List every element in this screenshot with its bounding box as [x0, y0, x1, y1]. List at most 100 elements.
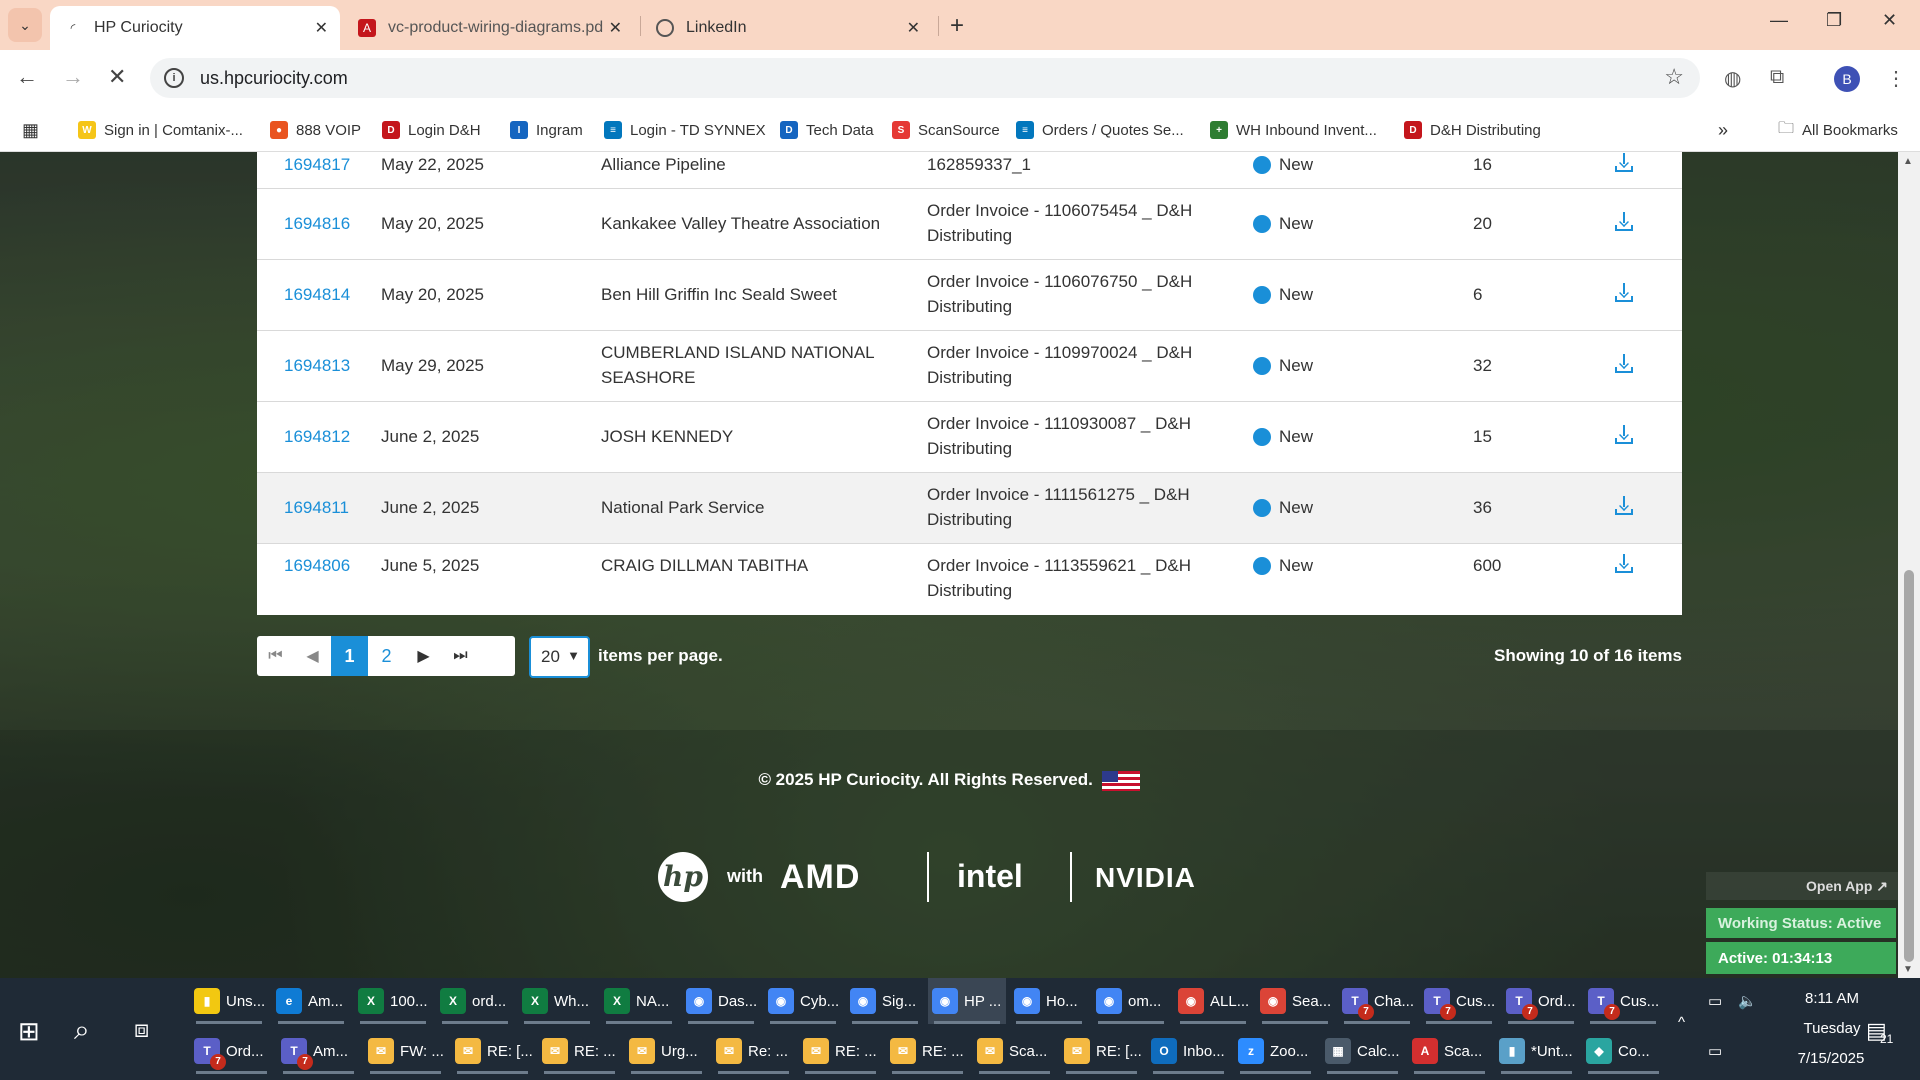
battery-icon[interactable]: ▭	[1708, 992, 1722, 1010]
taskbar-button[interactable]: T 7 Cus...	[1584, 978, 1662, 1024]
close-icon[interactable]: ✕	[609, 18, 622, 38]
taskbar-button[interactable]: ✉ RE: [...	[451, 1028, 534, 1074]
all-bookmarks[interactable]: 🗀 All Bookmarks	[1778, 116, 1898, 144]
site-info-icon[interactable]: i	[164, 68, 184, 88]
scroll-down-icon[interactable]: ▼	[1903, 964, 1913, 975]
taskbar-button[interactable]: ▮ Uns...	[190, 978, 268, 1024]
taskbar-button[interactable]: T 7 Ord...	[190, 1028, 273, 1074]
taskbar-button[interactable]: ◉ HP ...	[928, 978, 1006, 1024]
taskbar-button[interactable]: z Zoo...	[1234, 1028, 1317, 1074]
taskbar-button[interactable]: ◉ om...	[1092, 978, 1170, 1024]
taskbar-button[interactable]: ✉ RE: ...	[886, 1028, 969, 1074]
download-button[interactable]	[1615, 353, 1633, 380]
prev-page-icon[interactable]: ◀	[294, 636, 331, 676]
order-id-link[interactable]: 1694811	[284, 495, 349, 520]
volume-icon[interactable]: 🔈	[1738, 992, 1757, 1010]
order-id-link[interactable]: 1694816	[284, 211, 350, 236]
taskbar-button[interactable]: ✉ Urg...	[625, 1028, 708, 1074]
tab-linkedin[interactable]: LinkedIn ✕	[642, 6, 932, 50]
taskbar-button[interactable]: Xord...	[436, 978, 514, 1024]
order-id-link[interactable]: 1694817	[284, 152, 350, 177]
bookmark-ingram[interactable]: I Ingram	[510, 116, 583, 144]
taskbar-button[interactable]: ▦ Calc...	[1321, 1028, 1404, 1074]
tab-wiring-diagrams[interactable]: A vc-product-wiring-diagrams.pd ✕	[344, 6, 634, 50]
bookmark-tech-data[interactable]: D Tech Data	[780, 116, 874, 144]
bookmark-comtanix[interactable]: W Sign in | Comtanix-...	[78, 116, 243, 144]
forward-icon[interactable]: →	[62, 64, 84, 90]
items-per-page-select[interactable]: 20 ▼	[529, 636, 590, 678]
chevron-up-icon[interactable]: ^	[1678, 1014, 1685, 1031]
order-id-link[interactable]: 1694814	[284, 282, 350, 307]
notifications-icon[interactable]: ▤ 21	[1866, 1018, 1893, 1046]
bookmark-td-synnex[interactable]: ≡ Login - TD SYNNEX	[604, 116, 766, 144]
taskbar-button[interactable]: O Inbo...	[1147, 1028, 1230, 1074]
back-icon[interactable]: ←	[16, 64, 38, 90]
apps-grid-icon[interactable]: ▦	[22, 116, 39, 144]
taskbar-button[interactable]: ▮ *Unt...	[1495, 1028, 1578, 1074]
address-bar[interactable]: i us.hpcuriocity.com ☆	[150, 58, 1700, 98]
open-app-button[interactable]: Open App ↗	[1706, 872, 1898, 900]
taskbar-button[interactable]: X Wh...	[518, 978, 596, 1024]
order-id-link[interactable]: 1694812	[284, 424, 350, 449]
download-button[interactable]	[1615, 152, 1633, 179]
taskbar-button[interactable]: ✉ RE: [...	[1060, 1028, 1143, 1074]
tab-search-button[interactable]: ⌄	[8, 8, 42, 42]
taskbar-button[interactable]: T 7 Cha...	[1338, 978, 1416, 1024]
network-icon[interactable]: ▭	[1708, 1042, 1722, 1060]
task-view-icon[interactable]: ⧈	[134, 1016, 149, 1044]
bookmark-orders-quotes[interactable]: ≡ Orders / Quotes Se...	[1016, 116, 1184, 144]
more-bookmarks-icon[interactable]: »	[1718, 116, 1728, 144]
working-status-badge[interactable]: Working Status: Active	[1706, 908, 1896, 938]
download-button[interactable]	[1615, 553, 1633, 580]
page-scrollbar[interactable]: ▲ ▼	[1898, 152, 1920, 978]
order-id-link[interactable]: 1694813	[284, 353, 350, 378]
extensions-icon[interactable]: ⧉	[1770, 66, 1784, 89]
page-1-button[interactable]: 1	[331, 636, 368, 676]
close-icon[interactable]: ✕	[315, 18, 328, 38]
taskbar-button[interactable]: A Sca...	[1408, 1028, 1491, 1074]
download-button[interactable]	[1615, 211, 1633, 238]
taskbar-button[interactable]: X 100...	[354, 978, 432, 1024]
taskbar-button[interactable]: ◉ Cyb...	[764, 978, 842, 1024]
bookmark-888-voip[interactable]: ● 888 VOIP	[270, 116, 361, 144]
minimize-icon[interactable]: —	[1770, 10, 1788, 31]
download-button[interactable]	[1615, 495, 1633, 522]
taskbar-button[interactable]: ✉ FW: ...	[364, 1028, 447, 1074]
stop-loading-icon[interactable]: ✕	[108, 64, 126, 90]
menu-icon[interactable]: ⋮	[1886, 66, 1906, 91]
taskbar-button[interactable]: ◆ Co...	[1582, 1028, 1665, 1074]
clock-date[interactable]: 7/15/2025	[1766, 1050, 1896, 1067]
taskbar-button[interactable]: T 7 Am...	[277, 1028, 360, 1074]
close-window-icon[interactable]: ✕	[1882, 10, 1897, 31]
scrollbar-thumb[interactable]	[1904, 570, 1914, 962]
windows-start-icon[interactable]: ⊞	[18, 1016, 40, 1047]
scroll-up-icon[interactable]: ▲	[1903, 156, 1913, 167]
taskbar-button[interactable]: ✉ RE: ...	[799, 1028, 882, 1074]
profile-avatar[interactable]: B	[1834, 66, 1860, 92]
taskbar-button[interactable]: ◉ Das...	[682, 978, 760, 1024]
download-button[interactable]	[1615, 424, 1633, 451]
restore-icon[interactable]: ❐	[1826, 10, 1842, 31]
bookmark-wh-inbound[interactable]: + WH Inbound Invent...	[1210, 116, 1377, 144]
bookmark-scansource[interactable]: S ScanSource	[892, 116, 1000, 144]
taskbar-button[interactable]: ◉ ALL...	[1174, 978, 1252, 1024]
taskbar-button[interactable]: ◉ Sig...	[846, 978, 924, 1024]
taskbar-button[interactable]: ◉ Sea...	[1256, 978, 1334, 1024]
taskbar-button[interactable]: ✉ Sca...	[973, 1028, 1056, 1074]
taskbar-button[interactable]: ✉ Re: ...	[712, 1028, 795, 1074]
next-page-icon[interactable]: ▶	[405, 636, 442, 676]
tab-hp-curiocity[interactable]: ◜ HP Curiocity ✕	[50, 6, 340, 50]
new-tab-icon[interactable]: +	[950, 12, 964, 40]
taskbar-button[interactable]: ✉ RE: ...	[538, 1028, 621, 1074]
taskbar-button[interactable]: X NA...	[600, 978, 678, 1024]
taskbar-button[interactable]: T 7 Ord...	[1502, 978, 1580, 1024]
bookmark-dh-distributing[interactable]: D D&H Distributing	[1404, 116, 1541, 144]
search-icon[interactable]: ⌕	[74, 1014, 90, 1047]
translate-icon[interactable]: ◍	[1724, 66, 1741, 91]
us-flag-icon[interactable]	[1101, 770, 1140, 791]
order-id-link[interactable]: 1694806	[284, 553, 350, 578]
close-icon[interactable]: ✕	[907, 18, 920, 38]
bookmark-login-dh[interactable]: D Login D&H	[382, 116, 481, 144]
url-text[interactable]: us.hpcuriocity.com	[200, 68, 348, 89]
taskbar-button[interactable]: T 7 Cus...	[1420, 978, 1498, 1024]
